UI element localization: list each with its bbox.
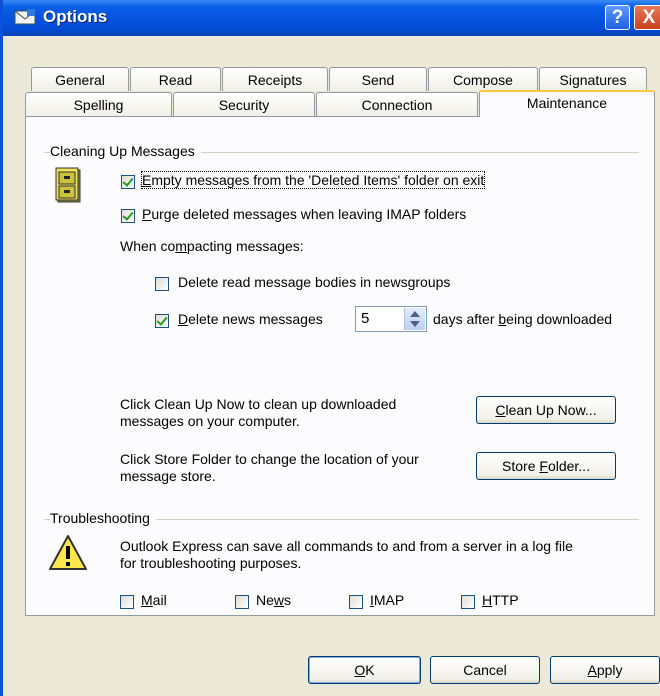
tab-spelling[interactable]: Spelling xyxy=(25,92,172,116)
log-news-label[interactable]: News xyxy=(256,592,291,608)
title-bar[interactable]: Options ? X xyxy=(3,0,660,36)
days-value[interactable]: 5 xyxy=(361,310,369,327)
tab-connection[interactable]: Connection xyxy=(316,92,478,116)
log-news-checkbox[interactable] xyxy=(235,595,249,609)
empty-deleted-label[interactable]: Empty messages from the 'Deleted Items' … xyxy=(140,171,486,189)
tab-read[interactable]: Read xyxy=(130,67,221,91)
tab-send[interactable]: Send xyxy=(329,67,427,91)
tab-maintenance[interactable]: Maintenance xyxy=(479,90,655,117)
delete-news-label[interactable]: Delete news messages xyxy=(178,311,323,327)
log-http-label[interactable]: HTTP xyxy=(482,592,519,608)
tab-compose[interactable]: Compose xyxy=(428,67,538,91)
file-cabinet-icon xyxy=(55,167,81,203)
ok-button[interactable]: OK xyxy=(308,656,421,684)
warning-icon xyxy=(49,535,87,570)
days-spinner-buttons[interactable] xyxy=(404,308,425,330)
delete-read-bodies-checkbox[interactable] xyxy=(155,277,169,291)
tab-security[interactable]: Security xyxy=(173,92,315,116)
purge-imap-label[interactable]: Purge deleted messages when leaving IMAP… xyxy=(142,206,466,222)
tab-general[interactable]: General xyxy=(31,67,129,91)
close-button[interactable]: X xyxy=(634,5,660,30)
troubleshooting-group-title: Troubleshooting xyxy=(50,510,156,526)
clean-up-now-button[interactable]: Clean Up Now... xyxy=(476,396,616,424)
cancel-button[interactable]: Cancel xyxy=(430,656,540,684)
purge-imap-checkbox[interactable] xyxy=(121,209,135,223)
days-spinbox[interactable]: 5 xyxy=(355,306,427,332)
log-mail-label[interactable]: Mail xyxy=(141,592,167,608)
days-after-label: days after being downloaded xyxy=(433,311,613,327)
spin-down-arrow-icon[interactable] xyxy=(410,321,420,327)
help-button[interactable]: ? xyxy=(605,5,630,30)
log-mail-checkbox[interactable] xyxy=(120,595,134,609)
log-imap-checkbox[interactable] xyxy=(349,595,363,609)
compacting-label: When compacting messages: xyxy=(120,238,304,254)
options-dialog: Options ? X General Read Receipts Send C… xyxy=(0,0,660,696)
delete-news-checkbox[interactable] xyxy=(155,314,169,328)
maintenance-panel: Cleaning Up Messages Empty messages from… xyxy=(25,116,655,616)
envelope-icon xyxy=(14,9,36,25)
window-title: Options xyxy=(43,7,108,26)
cleanup-description: Click Clean Up Now to clean up downloade… xyxy=(120,396,397,429)
cleaning-group-title: Cleaning Up Messages xyxy=(50,143,201,159)
empty-deleted-checkbox[interactable] xyxy=(121,175,135,189)
log-http-checkbox[interactable] xyxy=(461,595,475,609)
store-folder-button[interactable]: Store Folder... xyxy=(476,452,616,480)
delete-read-bodies-label[interactable]: Delete read message bodies in newsgroups xyxy=(178,274,450,290)
tab-receipts[interactable]: Receipts xyxy=(222,67,328,91)
spin-up-arrow-icon[interactable] xyxy=(410,311,420,317)
store-folder-description: Click Store Folder to change the locatio… xyxy=(120,451,419,484)
tab-signatures[interactable]: Signatures xyxy=(539,67,647,91)
troubleshooting-description: Outlook Express can save all commands to… xyxy=(120,538,573,571)
apply-button[interactable]: Apply xyxy=(550,656,660,684)
log-imap-label[interactable]: IMAP xyxy=(370,592,404,608)
